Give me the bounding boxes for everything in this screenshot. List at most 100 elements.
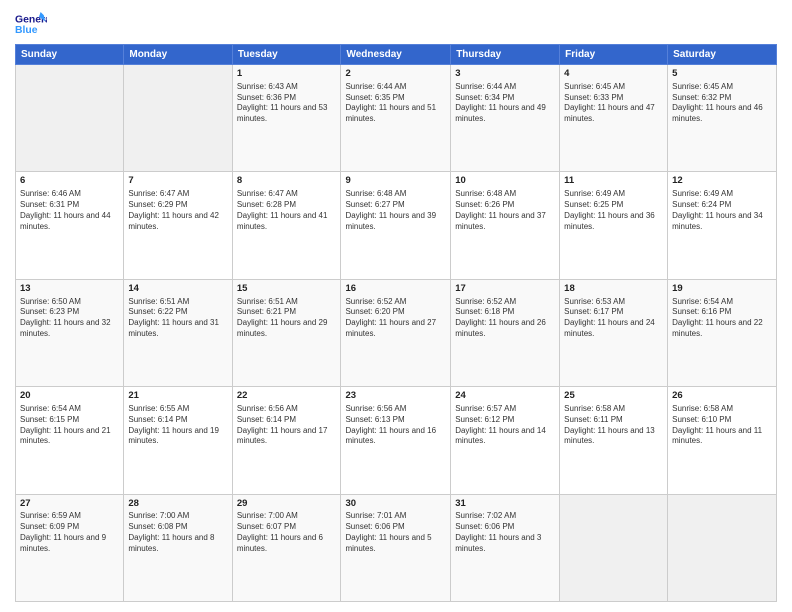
day-number: 7 xyxy=(128,175,227,188)
day-number: 18 xyxy=(564,283,663,296)
day-info: Sunrise: 6:52 AMSunset: 6:18 PMDaylight:… xyxy=(455,297,555,340)
day-info: Sunrise: 6:51 AMSunset: 6:21 PMDaylight:… xyxy=(237,297,337,340)
day-info: Sunrise: 6:44 AMSunset: 6:34 PMDaylight:… xyxy=(455,82,555,125)
calendar-cell xyxy=(668,494,777,601)
day-info: Sunrise: 6:56 AMSunset: 6:13 PMDaylight:… xyxy=(345,404,446,447)
day-info: Sunrise: 6:59 AMSunset: 6:09 PMDaylight:… xyxy=(20,511,119,554)
day-info: Sunrise: 6:52 AMSunset: 6:20 PMDaylight:… xyxy=(345,297,446,340)
calendar-week-row: 1Sunrise: 6:43 AMSunset: 6:36 PMDaylight… xyxy=(16,65,777,172)
day-info: Sunrise: 6:58 AMSunset: 6:11 PMDaylight:… xyxy=(564,404,663,447)
calendar-cell: 24Sunrise: 6:57 AMSunset: 6:12 PMDayligh… xyxy=(451,387,560,494)
day-info: Sunrise: 6:48 AMSunset: 6:26 PMDaylight:… xyxy=(455,189,555,232)
day-number: 13 xyxy=(20,283,119,296)
calendar-cell xyxy=(560,494,668,601)
calendar-cell: 25Sunrise: 6:58 AMSunset: 6:11 PMDayligh… xyxy=(560,387,668,494)
logo: General Blue xyxy=(15,10,47,38)
calendar-week-row: 20Sunrise: 6:54 AMSunset: 6:15 PMDayligh… xyxy=(16,387,777,494)
day-info: Sunrise: 7:00 AMSunset: 6:07 PMDaylight:… xyxy=(237,511,337,554)
calendar-cell: 22Sunrise: 6:56 AMSunset: 6:14 PMDayligh… xyxy=(232,387,341,494)
calendar-cell: 3Sunrise: 6:44 AMSunset: 6:34 PMDaylight… xyxy=(451,65,560,172)
day-number: 12 xyxy=(672,175,772,188)
day-number: 10 xyxy=(455,175,555,188)
calendar-cell: 20Sunrise: 6:54 AMSunset: 6:15 PMDayligh… xyxy=(16,387,124,494)
day-info: Sunrise: 6:54 AMSunset: 6:16 PMDaylight:… xyxy=(672,297,772,340)
day-number: 4 xyxy=(564,68,663,81)
calendar-cell: 19Sunrise: 6:54 AMSunset: 6:16 PMDayligh… xyxy=(668,279,777,386)
day-number: 27 xyxy=(20,498,119,511)
calendar-cell: 30Sunrise: 7:01 AMSunset: 6:06 PMDayligh… xyxy=(341,494,451,601)
day-info: Sunrise: 6:55 AMSunset: 6:14 PMDaylight:… xyxy=(128,404,227,447)
calendar-cell: 11Sunrise: 6:49 AMSunset: 6:25 PMDayligh… xyxy=(560,172,668,279)
day-info: Sunrise: 7:01 AMSunset: 6:06 PMDaylight:… xyxy=(345,511,446,554)
weekday-header-row: SundayMondayTuesdayWednesdayThursdayFrid… xyxy=(16,45,777,65)
calendar-cell: 6Sunrise: 6:46 AMSunset: 6:31 PMDaylight… xyxy=(16,172,124,279)
calendar-cell: 2Sunrise: 6:44 AMSunset: 6:35 PMDaylight… xyxy=(341,65,451,172)
day-info: Sunrise: 7:02 AMSunset: 6:06 PMDaylight:… xyxy=(455,511,555,554)
calendar-cell: 4Sunrise: 6:45 AMSunset: 6:33 PMDaylight… xyxy=(560,65,668,172)
page: General Blue SundayMondayTuesdayWednesda… xyxy=(0,0,792,612)
day-number: 11 xyxy=(564,175,663,188)
weekday-header-saturday: Saturday xyxy=(668,45,777,65)
weekday-header-sunday: Sunday xyxy=(16,45,124,65)
weekday-header-friday: Friday xyxy=(560,45,668,65)
day-number: 19 xyxy=(672,283,772,296)
day-number: 21 xyxy=(128,390,227,403)
calendar-cell: 13Sunrise: 6:50 AMSunset: 6:23 PMDayligh… xyxy=(16,279,124,386)
weekday-header-thursday: Thursday xyxy=(451,45,560,65)
calendar-table: SundayMondayTuesdayWednesdayThursdayFrid… xyxy=(15,44,777,602)
day-number: 14 xyxy=(128,283,227,296)
day-info: Sunrise: 6:45 AMSunset: 6:33 PMDaylight:… xyxy=(564,82,663,125)
day-info: Sunrise: 6:50 AMSunset: 6:23 PMDaylight:… xyxy=(20,297,119,340)
calendar-cell: 29Sunrise: 7:00 AMSunset: 6:07 PMDayligh… xyxy=(232,494,341,601)
calendar-cell: 27Sunrise: 6:59 AMSunset: 6:09 PMDayligh… xyxy=(16,494,124,601)
day-number: 3 xyxy=(455,68,555,81)
day-info: Sunrise: 6:56 AMSunset: 6:14 PMDaylight:… xyxy=(237,404,337,447)
day-number: 28 xyxy=(128,498,227,511)
day-info: Sunrise: 6:53 AMSunset: 6:17 PMDaylight:… xyxy=(564,297,663,340)
day-number: 17 xyxy=(455,283,555,296)
day-info: Sunrise: 6:48 AMSunset: 6:27 PMDaylight:… xyxy=(345,189,446,232)
calendar-cell: 23Sunrise: 6:56 AMSunset: 6:13 PMDayligh… xyxy=(341,387,451,494)
day-number: 5 xyxy=(672,68,772,81)
calendar-cell: 12Sunrise: 6:49 AMSunset: 6:24 PMDayligh… xyxy=(668,172,777,279)
day-number: 25 xyxy=(564,390,663,403)
calendar-cell xyxy=(16,65,124,172)
day-number: 24 xyxy=(455,390,555,403)
day-info: Sunrise: 6:49 AMSunset: 6:24 PMDaylight:… xyxy=(672,189,772,232)
day-info: Sunrise: 6:47 AMSunset: 6:28 PMDaylight:… xyxy=(237,189,337,232)
day-number: 6 xyxy=(20,175,119,188)
weekday-header-wednesday: Wednesday xyxy=(341,45,451,65)
calendar-week-row: 13Sunrise: 6:50 AMSunset: 6:23 PMDayligh… xyxy=(16,279,777,386)
day-number: 22 xyxy=(237,390,337,403)
day-info: Sunrise: 6:49 AMSunset: 6:25 PMDaylight:… xyxy=(564,189,663,232)
general-blue-logo-icon: General Blue xyxy=(15,10,47,38)
day-number: 2 xyxy=(345,68,446,81)
day-number: 16 xyxy=(345,283,446,296)
day-info: Sunrise: 6:54 AMSunset: 6:15 PMDaylight:… xyxy=(20,404,119,447)
calendar-cell: 8Sunrise: 6:47 AMSunset: 6:28 PMDaylight… xyxy=(232,172,341,279)
calendar-cell: 9Sunrise: 6:48 AMSunset: 6:27 PMDaylight… xyxy=(341,172,451,279)
day-info: Sunrise: 6:44 AMSunset: 6:35 PMDaylight:… xyxy=(345,82,446,125)
day-info: Sunrise: 6:43 AMSunset: 6:36 PMDaylight:… xyxy=(237,82,337,125)
calendar-cell: 10Sunrise: 6:48 AMSunset: 6:26 PMDayligh… xyxy=(451,172,560,279)
day-number: 9 xyxy=(345,175,446,188)
day-number: 15 xyxy=(237,283,337,296)
weekday-header-tuesday: Tuesday xyxy=(232,45,341,65)
day-number: 8 xyxy=(237,175,337,188)
day-number: 26 xyxy=(672,390,772,403)
day-info: Sunrise: 6:57 AMSunset: 6:12 PMDaylight:… xyxy=(455,404,555,447)
day-number: 31 xyxy=(455,498,555,511)
calendar-cell: 26Sunrise: 6:58 AMSunset: 6:10 PMDayligh… xyxy=(668,387,777,494)
day-number: 20 xyxy=(20,390,119,403)
calendar-cell: 31Sunrise: 7:02 AMSunset: 6:06 PMDayligh… xyxy=(451,494,560,601)
day-info: Sunrise: 6:51 AMSunset: 6:22 PMDaylight:… xyxy=(128,297,227,340)
calendar-cell: 28Sunrise: 7:00 AMSunset: 6:08 PMDayligh… xyxy=(124,494,232,601)
svg-text:Blue: Blue xyxy=(15,25,38,36)
calendar-cell: 17Sunrise: 6:52 AMSunset: 6:18 PMDayligh… xyxy=(451,279,560,386)
day-number: 23 xyxy=(345,390,446,403)
day-info: Sunrise: 6:47 AMSunset: 6:29 PMDaylight:… xyxy=(128,189,227,232)
calendar-cell: 7Sunrise: 6:47 AMSunset: 6:29 PMDaylight… xyxy=(124,172,232,279)
day-info: Sunrise: 7:00 AMSunset: 6:08 PMDaylight:… xyxy=(128,511,227,554)
header: General Blue xyxy=(15,10,777,38)
day-info: Sunrise: 6:45 AMSunset: 6:32 PMDaylight:… xyxy=(672,82,772,125)
